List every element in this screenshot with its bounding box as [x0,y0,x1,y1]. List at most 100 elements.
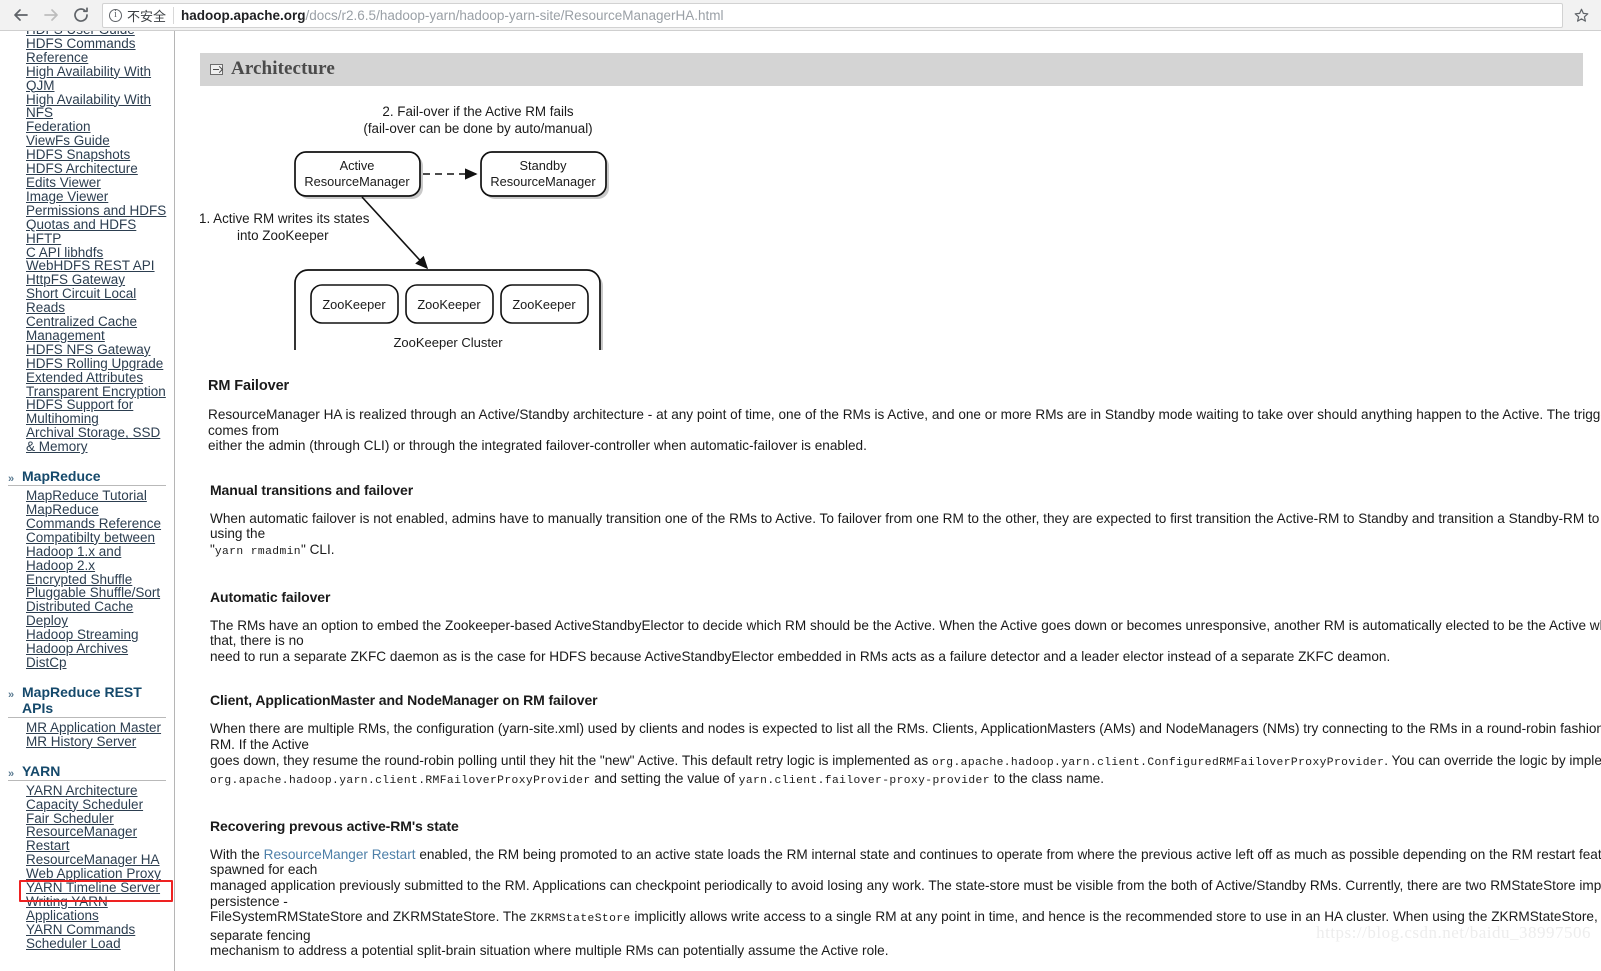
svg-text:ZooKeeper: ZooKeeper [417,297,481,312]
sidebar-item-pluggable-shuffle-sort[interactable]: Pluggable Shuffle/Sort [0,586,174,600]
sidebar-item-edits-viewer[interactable]: Edits Viewer [0,176,174,190]
sidebar-item-hdfs-nfs-gateway[interactable]: HDFS NFS Gateway [0,342,174,357]
sidebar-item-hadoop-streaming[interactable]: Hadoop Streaming [0,628,174,642]
forward-button[interactable] [36,2,66,28]
url-display: hadoop.apache.org/docs/r2.6.5/hadoop-yar… [181,8,724,23]
sidebar-item-mr-application-master[interactable]: MR Application Master [0,720,174,735]
watermark-text: https://blog.csdn.net/baidu_38997506 [1316,923,1591,942]
address-bar[interactable]: i 不安全 hadoop.apache.org/docs/r2.6.5/hado… [102,2,1563,28]
sidebar-item-image-viewer[interactable]: Image Viewer [0,189,174,204]
sidebar-item-federation[interactable]: Federation [0,120,174,134]
heading-manual-transitions: Manual transitions and failover [210,481,414,498]
sidebar-section-label: MapReduce [22,468,101,485]
svg-text:2. Fail-over if the Active RM: 2. Fail-over if the Active RM fails [382,104,574,119]
sidebar-item-capacity-scheduler[interactable]: Capacity Scheduler [0,797,174,812]
svg-text:ZooKeeper Cluster: ZooKeeper Cluster [393,335,503,350]
sidebar-item-distributed-cache-deploy[interactable]: Distributed Cache Deploy [0,600,174,628]
sidebar-item-hadoop-archives[interactable]: Hadoop Archives [0,642,174,656]
para-client-am-nm: When there are multiple RMs, the configu… [210,721,1601,789]
reload-button[interactable] [66,2,96,28]
sidebar-groups: HDFS User GuideHDFS Commands ReferenceHi… [0,31,174,953]
heading-recovering-state: Recovering prevous active-RM's state [210,817,459,834]
sidebar-item-yarn-timeline-server[interactable]: YARN Timeline Server [0,881,174,895]
client-text-2: goes down, they resume the round-robin p… [210,752,929,768]
sidebar-item-scheduler-load[interactable]: Scheduler Load [0,936,174,951]
code-yarn-rmadmin: yarn rmadmin [214,545,301,558]
link-resourcemanager-restart[interactable]: ResourceManger Restart [264,847,416,862]
sidebar-item-high-availability-with-qjm[interactable]: High Availability With QJM [0,64,174,93]
sidebar-item-fair-scheduler[interactable]: Fair Scheduler [0,811,174,826]
sidebar-item-encrypted-shuffle[interactable]: Encrypted Shuffle [0,572,174,587]
client-text-4: and setting the value of [594,771,735,787]
sidebar-item-viewfs-guide[interactable]: ViewFs Guide [0,134,174,148]
sidebar-item-permissions-and-hdfs[interactable]: Permissions and HDFS [0,203,174,218]
sidebar-item-resourcemanager-restart[interactable]: ResourceManager Restart [0,825,174,853]
sidebar-section-label: MapReduce REST APIs [22,683,142,716]
sidebar-item-mapreduce-tutorial[interactable]: MapReduce Tutorial [0,489,174,503]
manual-text-1: When automatic failover is not enabled, … [210,510,1601,542]
recover-line4: mechanism to address a potential split-b… [210,943,889,959]
code-rm-failover-provider: org.apache.hadoop.yarn.client.RMFailover… [210,775,591,788]
sidebar-item-transparent-encryption[interactable]: Transparent Encryption [0,384,174,399]
client-text-3: . You can override the logic by implemen… [1384,752,1601,768]
url-host: hadoop.apache.org [181,7,306,23]
back-button[interactable] [6,2,36,28]
sidebar-item-resourcemanager-ha[interactable]: ResourceManager HA [0,853,174,867]
sidebar-item-hdfs-architecture[interactable]: HDFS Architecture [0,162,174,176]
sidebar-item-webhdfs-rest-api[interactable]: WebHDFS REST API [0,259,174,273]
main-content: Architecture 2. Fail-over if the Active … [176,31,1601,971]
para-manual-transitions: When automatic failover is not enabled, … [210,511,1601,561]
security-label: 不安全 [127,8,167,24]
code-configured-failover-provider: org.apache.hadoop.yarn.client.Configured… [931,756,1385,769]
heading-rm-failover: RM Failover [208,378,290,394]
sidebar-item-centralized-cache-management[interactable]: Centralized Cache Management [0,315,174,343]
recover-line3a: FileSystemRMStateStore and ZKRMStateStor… [210,909,527,925]
sidebar-item-writing-yarn-applications[interactable]: Writing YARN Applications [0,895,174,923]
para-rm-failover: ResourceManager HA is realized through a… [208,407,1601,454]
url-path: /docs/r2.6.5/hadoop-yarn/hadoop-yarn-sit… [305,7,724,23]
sidebar-item-hdfs-rolling-upgrade[interactable]: HDFS Rolling Upgrade [0,356,174,371]
sidebar-item-yarn-architecture[interactable]: YARN Architecture [0,783,174,798]
sidebar-item-hftp[interactable]: HFTP [0,231,174,246]
sidebar-section-mapreduce-rest-apis: » MapReduce REST APIs [8,684,166,718]
para-automatic-failover: The RMs have an option to embed the Zook… [210,618,1601,665]
sidebar-item-httpfs-gateway[interactable]: HttpFS Gateway [0,273,174,287]
sidebar-item-mapreduce-commands-reference[interactable]: MapReduce Commands Reference [0,503,174,531]
documentation-sidebar[interactable]: HDFS User GuideHDFS Commands ReferenceHi… [0,31,175,971]
heading-client-am-nm: Client, ApplicationMaster and NodeManage… [210,692,598,709]
svg-text:into ZooKeeper: into ZooKeeper [237,228,329,243]
sidebar-item-short-circuit-local-reads[interactable]: Short Circuit Local Reads [0,287,174,315]
security-status[interactable]: i 不安全 [109,6,175,24]
heading-automatic-failover: Automatic failover [210,588,331,605]
sidebar-item-extended-attributes[interactable]: Extended Attributes [0,370,174,385]
browser-toolbar: i 不安全 hadoop.apache.org/docs/r2.6.5/hado… [0,0,1601,31]
section-arrow-icon: » [8,767,15,780]
bookmark-star-icon[interactable] [1567,2,1595,28]
section-banner-architecture[interactable]: Architecture [200,53,1583,86]
sidebar-item-hdfs-snapshots[interactable]: HDFS Snapshots [0,148,174,162]
sidebar-item-hdfs-support-for-multihoming[interactable]: HDFS Support for Multihoming [0,398,174,426]
code-failover-proxy-provider: yarn.client.failover-proxy-provider [738,775,990,788]
sidebar-item-c-api-libhdfs[interactable]: C API libhdfs [0,245,174,260]
sidebar-item-mr-history-server[interactable]: MR History Server [0,734,174,749]
sidebar-item-hdfs-commands-reference[interactable]: HDFS Commands Reference [0,37,174,65]
svg-text:Standby: Standby [520,158,568,173]
auto-line2: need to run a separate ZKFC daemon as is… [210,648,1391,664]
sidebar-item-web-application-proxy[interactable]: Web Application Proxy [0,867,174,881]
sidebar-group: YARN Architecture Capacity Scheduler Fair … [0,783,174,953]
client-text-1: When there are multiple RMs, the configu… [210,721,1601,752]
para-rm-failover-line2: either the admin (through CLI) or throug… [208,438,867,454]
collapse-toggle-icon[interactable] [210,63,223,75]
sidebar-section-yarn: » YARN [8,763,166,781]
recover-text-2: enabled, the RM being promoted to an act… [210,846,1601,878]
sidebar-item-quotas-and-hdfs[interactable]: Quotas and HDFS [0,217,174,232]
sidebar-group: MapReduce Tutorial MapReduce Commands Ref… [0,489,174,672]
sidebar-item-yarn-commands[interactable]: YARN Commands [0,922,174,937]
sidebar-item-archival-storage-ssd-memory[interactable]: Archival Storage, SSD & Memory [0,426,174,454]
sidebar-item-distcp[interactable]: DistCp [0,656,174,670]
sidebar-item-high-availability-with-nfs[interactable]: High Availability With NFS [0,92,174,121]
sidebar-item-compatibilty-between-hadoop-1-x-and-hadoop-2-x[interactable]: Compatibilty between Hadoop 1.x and Hado… [0,530,174,573]
svg-text:(fail-over can be done by auto: (fail-over can be done by auto/manual) [363,121,592,136]
para-rm-failover-line1: ResourceManager HA is realized through a… [208,407,1601,438]
svg-text:Active: Active [340,158,375,173]
